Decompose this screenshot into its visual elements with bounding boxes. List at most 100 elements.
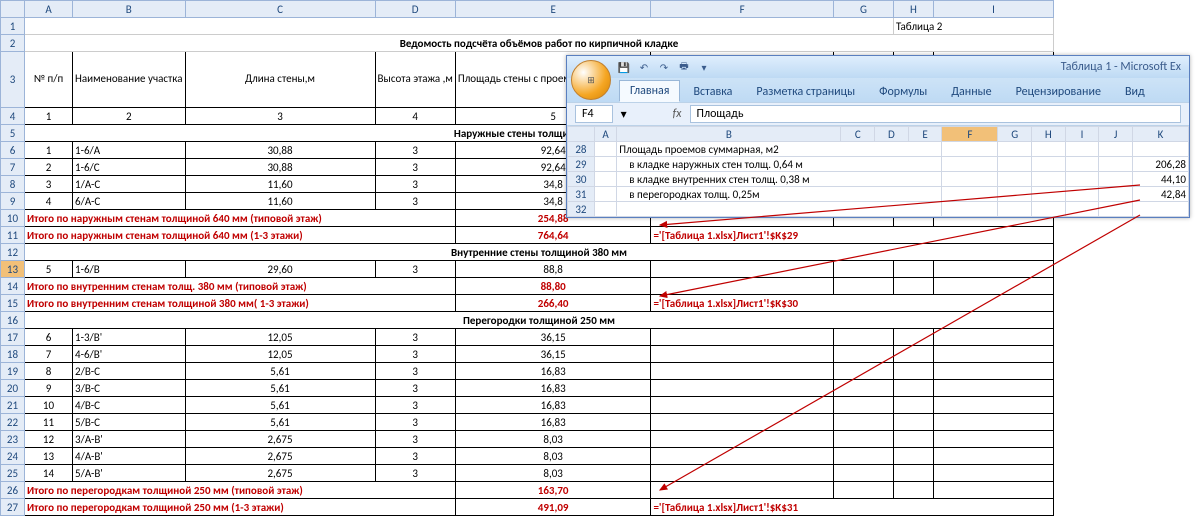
cell[interactable]: 2 bbox=[25, 159, 73, 176]
cell[interactable] bbox=[942, 202, 998, 217]
sum3b-val[interactable]: 491,09 bbox=[455, 499, 651, 516]
row-22[interactable]: 22 bbox=[1, 414, 25, 431]
col2-H[interactable]: H bbox=[1032, 127, 1066, 142]
col-D[interactable]: D bbox=[375, 1, 455, 18]
cell[interactable]: 5,61 bbox=[185, 397, 375, 414]
row2-29[interactable]: 29 bbox=[568, 157, 595, 172]
row-3[interactable]: 3 bbox=[1, 52, 25, 108]
sum1b-formula[interactable]: ='[Таблица 1.xlsx]Лист1'!$K$29 bbox=[651, 227, 1054, 244]
row-11[interactable]: 11 bbox=[1, 227, 25, 244]
row-8[interactable]: 8 bbox=[1, 176, 25, 193]
row2-28[interactable]: 28 bbox=[568, 142, 595, 157]
col2-J[interactable]: J bbox=[1099, 127, 1133, 142]
cell[interactable]: 36,15 bbox=[455, 346, 651, 363]
cell[interactable]: 3 bbox=[375, 380, 455, 397]
cell[interactable]: 1-6/В bbox=[73, 261, 186, 278]
office-button[interactable]: ⊞ bbox=[571, 60, 611, 100]
cell[interactable]: 3/В-С bbox=[73, 380, 186, 397]
cell[interactable]: 3 bbox=[375, 176, 455, 193]
select-all[interactable] bbox=[1, 1, 25, 18]
grid-table1[interactable]: A B C D E F G H I J K 28 Площадь проемов… bbox=[567, 126, 1189, 217]
cell[interactable]: 14 bbox=[25, 465, 73, 482]
cell[interactable]: 9 bbox=[25, 380, 73, 397]
cell[interactable]: 30,88 bbox=[185, 159, 375, 176]
row-12[interactable]: 12 bbox=[1, 244, 25, 261]
cell[interactable]: 30,88 bbox=[185, 142, 375, 159]
cell[interactable]: 3/А-В' bbox=[73, 431, 186, 448]
tab-pagelayout[interactable]: Разметка страницы bbox=[745, 81, 866, 102]
row2-30[interactable]: 30 bbox=[568, 172, 595, 187]
cell[interactable]: 8 bbox=[25, 363, 73, 380]
cell[interactable]: 11 bbox=[25, 414, 73, 431]
col2-E[interactable]: E bbox=[908, 127, 942, 142]
cell[interactable]: 3 bbox=[375, 159, 455, 176]
cell[interactable]: 3 bbox=[375, 363, 455, 380]
sum2b-val[interactable]: 266,40 bbox=[455, 295, 651, 312]
redo-icon[interactable]: ↷ bbox=[657, 60, 671, 74]
cell[interactable]: 1-6/А bbox=[73, 142, 186, 159]
cell[interactable]: 3 bbox=[375, 193, 455, 210]
row-4[interactable]: 4 bbox=[1, 108, 25, 125]
row-21[interactable]: 21 bbox=[1, 397, 25, 414]
col2-F[interactable]: F bbox=[942, 127, 998, 142]
cell[interactable]: 42,84 bbox=[1132, 187, 1188, 202]
cell[interactable] bbox=[594, 172, 616, 187]
row-1[interactable]: 1 bbox=[1, 18, 25, 35]
save-icon[interactable]: 💾 bbox=[617, 60, 631, 74]
cell[interactable]: 5/В-С bbox=[73, 414, 186, 431]
row-9[interactable]: 9 bbox=[1, 193, 25, 210]
select-all-2[interactable] bbox=[568, 127, 595, 142]
cell[interactable]: 1 bbox=[25, 142, 73, 159]
cell[interactable] bbox=[1132, 202, 1188, 217]
cell[interactable]: 3 bbox=[375, 448, 455, 465]
cell[interactable] bbox=[594, 202, 616, 217]
cell[interactable] bbox=[942, 172, 998, 187]
cell[interactable]: 2,675 bbox=[185, 448, 375, 465]
undo-icon[interactable]: ↶ bbox=[637, 60, 651, 74]
cell[interactable] bbox=[617, 202, 942, 217]
cell[interactable]: 5/А-В' bbox=[73, 465, 186, 482]
col2-I[interactable]: I bbox=[1065, 127, 1099, 142]
cell[interactable]: 5,61 bbox=[185, 414, 375, 431]
cell[interactable]: 3 bbox=[375, 142, 455, 159]
row-20[interactable]: 20 bbox=[1, 380, 25, 397]
name-box[interactable]: F4 bbox=[575, 105, 613, 123]
cell[interactable]: 44,10 bbox=[1132, 172, 1188, 187]
sum2b-formula[interactable]: ='[Таблица 1.xlsx]Лист1'!$K$30 bbox=[651, 295, 1054, 312]
row-6[interactable]: 6 bbox=[1, 142, 25, 159]
col-H[interactable]: H bbox=[893, 1, 933, 18]
cell[interactable] bbox=[594, 142, 616, 157]
row-27[interactable]: 27 bbox=[1, 499, 25, 516]
window-table1[interactable]: ⊞ 💾 ↶ ↷ 🖶 ▾ Таблица 1 - Microsoft Ex Гла… bbox=[566, 55, 1190, 218]
col-I[interactable]: I bbox=[933, 1, 1053, 18]
row2-31[interactable]: 31 bbox=[568, 187, 595, 202]
cell[interactable]: 3 bbox=[375, 414, 455, 431]
col-G[interactable]: G bbox=[833, 1, 893, 18]
row-23[interactable]: 23 bbox=[1, 431, 25, 448]
cell[interactable]: 1-3/В' bbox=[73, 329, 186, 346]
cell[interactable]: 29,60 bbox=[185, 261, 375, 278]
cell[interactable]: Площадь проемов суммарная, м2 bbox=[617, 142, 942, 157]
col2-C[interactable]: C bbox=[841, 127, 875, 142]
row-14[interactable]: 14 bbox=[1, 278, 25, 295]
cell[interactable]: 10 bbox=[25, 397, 73, 414]
row-7[interactable]: 7 bbox=[1, 159, 25, 176]
cell[interactable]: 3 bbox=[375, 346, 455, 363]
sum2a-val[interactable]: 88,80 bbox=[455, 278, 651, 295]
cell[interactable]: 11,60 bbox=[185, 176, 375, 193]
name-dropdown-icon[interactable]: ▾ bbox=[621, 107, 627, 122]
cell[interactable]: 5,61 bbox=[185, 380, 375, 397]
cell[interactable]: 12 bbox=[25, 431, 73, 448]
cell[interactable]: 2,675 bbox=[185, 431, 375, 448]
cell[interactable]: в кладке внутренних стен толщ. 0,38 м bbox=[617, 172, 942, 187]
tab-formulas[interactable]: Формулы bbox=[868, 81, 938, 102]
row-25[interactable]: 25 bbox=[1, 465, 25, 482]
col2-K[interactable]: K bbox=[1132, 127, 1188, 142]
cell[interactable]: 7 bbox=[25, 346, 73, 363]
cell[interactable]: 1/А-С bbox=[73, 176, 186, 193]
cell[interactable]: 4-6/В' bbox=[73, 346, 186, 363]
cell[interactable]: 16,83 bbox=[455, 380, 651, 397]
cell[interactable]: 2 bbox=[73, 108, 186, 125]
cell[interactable]: 4/А-В' bbox=[73, 448, 186, 465]
cell[interactable] bbox=[594, 187, 616, 202]
